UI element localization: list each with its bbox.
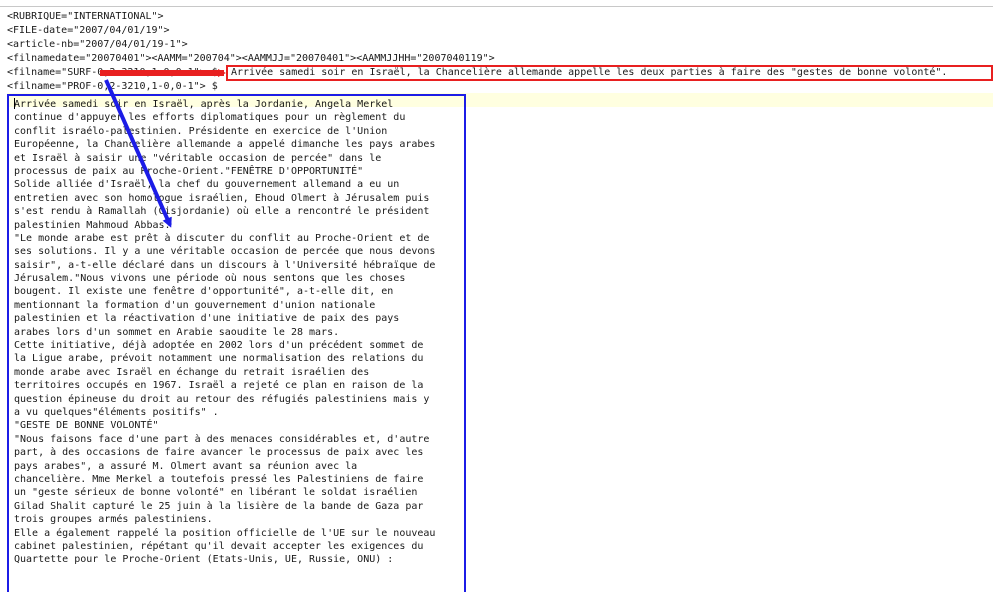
blue-arrow	[104, 79, 172, 228]
annotation-arrows	[100, 69, 226, 228]
text-editor-area[interactable]: <RUBRIQUE="INTERNATIONAL"> <FILE-date="2…	[0, 0, 993, 592]
